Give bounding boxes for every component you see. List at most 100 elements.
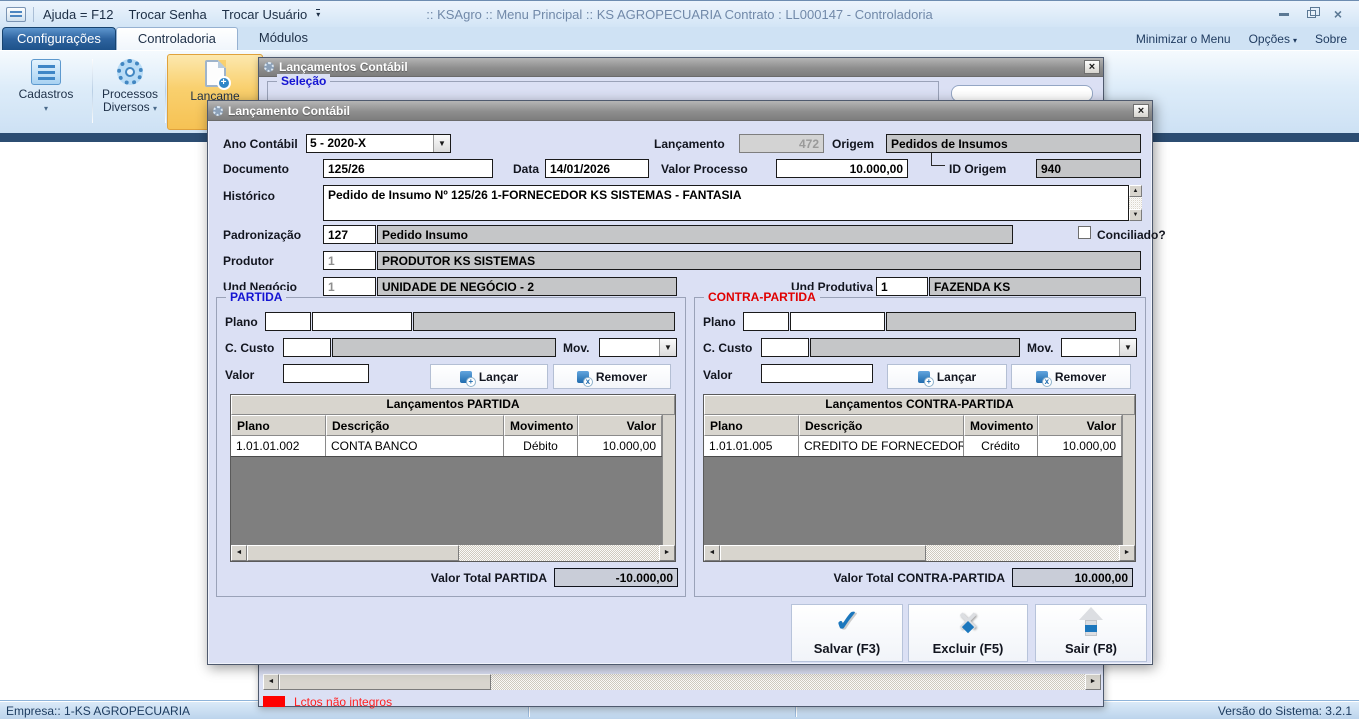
combo-arrow-icon[interactable]: ▼: [1119, 339, 1136, 356]
und-produtiva-code-input[interactable]: 1: [876, 277, 928, 296]
partida-grid-row[interactable]: 1.01.01.002 CONTA BANCO Débito 10.000,00: [231, 436, 662, 457]
excluir-button[interactable]: ×◆ Excluir (F5): [908, 604, 1028, 662]
dialog-title: Lançamento Contábil: [228, 104, 350, 118]
und-negocio-code-input[interactable]: 1: [323, 277, 376, 296]
combo-arrow-icon[interactable]: ▼: [433, 135, 450, 152]
sair-button[interactable]: Sair (F8): [1035, 604, 1147, 662]
produtor-label: Produtor: [223, 254, 274, 268]
scrollbar-thumb[interactable]: [720, 545, 926, 561]
sobre-link[interactable]: Sobre: [1315, 32, 1347, 46]
bg-window-close-button[interactable]: ×: [1084, 60, 1100, 74]
scrollbar-track[interactable]: [491, 674, 1085, 690]
configuracoes-button[interactable]: Configurações: [2, 27, 116, 50]
scroll-right-icon[interactable]: ►: [1119, 545, 1135, 561]
data-input[interactable]: 14/01/2026: [545, 159, 649, 178]
historico-scrollbar[interactable]: ▲ ▼: [1129, 185, 1142, 221]
partida-ccusto-input[interactable]: [283, 338, 331, 357]
origem-label: Origem: [832, 137, 874, 151]
menu-trocar-usuario[interactable]: Trocar Usuário: [222, 7, 307, 22]
col-descricao[interactable]: Descrição: [326, 415, 504, 436]
bg-window-hscrollbar[interactable]: ◄ ►: [263, 674, 1101, 690]
close-icon[interactable]: ×: [1329, 8, 1347, 21]
menu-trocar-senha[interactable]: Trocar Senha: [128, 7, 206, 22]
partida-plano-code-input[interactable]: [265, 312, 311, 331]
contrapartida-mov-combo[interactable]: ▼: [1061, 338, 1137, 357]
contrapartida-grid-vscrollbar[interactable]: [1122, 415, 1135, 545]
minimizar-menu-link[interactable]: Minimizar o Menu: [1136, 32, 1231, 46]
partida-mov-value: [600, 339, 659, 356]
scroll-left-icon[interactable]: ◄: [263, 674, 279, 690]
cadastros-button[interactable]: Cadastros▾: [4, 54, 88, 130]
scroll-up-icon[interactable]: ▲: [1129, 185, 1142, 197]
partida-remover-button[interactable]: x Remover: [553, 364, 671, 389]
tab-modulos[interactable]: Módulos: [238, 27, 329, 50]
conciliado-checkbox[interactable]: [1078, 226, 1091, 239]
cell-movimento: Débito: [504, 436, 578, 456]
documento-input[interactable]: 125/26: [323, 159, 493, 178]
tab-controladoria[interactable]: Controladoria: [116, 27, 238, 50]
scrollbar-track[interactable]: [459, 545, 659, 561]
col-movimento[interactable]: Movimento: [964, 415, 1038, 436]
dialog-titlebar[interactable]: Lançamento Contábil ×: [208, 101, 1152, 121]
partida-grid-vscrollbar[interactable]: [662, 415, 675, 545]
partida-grid-header[interactable]: Plano Descrição Movimento Valor: [231, 415, 662, 436]
contrapartida-valor-input[interactable]: [761, 364, 873, 383]
contrapartida-grid-hscrollbar[interactable]: ◄ ►: [704, 545, 1135, 561]
contrapartida-remover-button[interactable]: x Remover: [1011, 364, 1131, 389]
contrapartida-ccusto-input[interactable]: [761, 338, 809, 357]
col-movimento[interactable]: Movimento: [504, 415, 578, 436]
gear-icon: [264, 62, 274, 72]
app-titlebar: Ajuda = F12 Trocar Senha Trocar Usuário …: [0, 0, 1359, 27]
scroll-right-icon[interactable]: ►: [659, 545, 675, 561]
partida-valor-input[interactable]: [283, 364, 369, 383]
bg-window-titlebar[interactable]: Lançamentos Contábil ×: [259, 58, 1103, 77]
scrollbar-thumb[interactable]: [247, 545, 459, 561]
scroll-down-icon[interactable]: ▼: [1129, 209, 1142, 221]
menu-tab-bar: Configurações Controladoria Módulos Mini…: [0, 27, 1359, 50]
scrollbar-track[interactable]: [926, 545, 1119, 561]
quick-access-dropdown-icon[interactable]: ▾: [316, 9, 320, 19]
contrapartida-plano-code-input[interactable]: [743, 312, 789, 331]
col-plano[interactable]: Plano: [704, 415, 799, 436]
processos-diversos-button[interactable]: ProcessosDiversos ▾: [96, 54, 164, 130]
opcoes-link[interactable]: Opções▾: [1249, 32, 1297, 46]
salvar-button[interactable]: ✓ Salvar (F3): [791, 604, 903, 662]
minimize-icon[interactable]: [1275, 8, 1293, 21]
valor-processo-input[interactable]: 10.000,00: [776, 159, 908, 178]
scroll-right-icon[interactable]: ►: [1085, 674, 1101, 690]
contrapartida-grid-header[interactable]: Plano Descrição Movimento Valor: [704, 415, 1122, 436]
col-valor[interactable]: Valor: [1038, 415, 1122, 436]
combo-arrow-icon[interactable]: ▼: [659, 339, 676, 356]
check-icon: ✓: [792, 606, 902, 638]
scrollbar-track[interactable]: [1129, 197, 1142, 209]
gear-icon: [213, 106, 223, 116]
processos-label-1: Processos: [102, 87, 158, 101]
ano-contabil-combo[interactable]: 5 - 2020-X ▼: [306, 134, 451, 153]
valor-label: Valor: [225, 368, 254, 382]
contrapartida-total-field: 10.000,00: [1012, 568, 1133, 587]
historico-textarea[interactable]: Pedido de Insumo Nº 125/26 1-FORNECEDOR …: [323, 185, 1129, 221]
scroll-left-icon[interactable]: ◄: [704, 545, 720, 561]
scroll-left-icon[interactable]: ◄: [231, 545, 247, 561]
partida-lancar-button[interactable]: + Lançar: [430, 364, 548, 389]
contrapartida-lancar-button[interactable]: + Lançar: [887, 364, 1007, 389]
col-valor[interactable]: Valor: [578, 415, 662, 436]
lancamento-label: Lançamento: [654, 137, 725, 151]
menu-ajuda[interactable]: Ajuda = F12: [43, 7, 113, 22]
contrapartida-grid-row[interactable]: 1.01.01.005 CREDITO DE FORNECEDOR Crédit…: [704, 436, 1122, 457]
partida-mov-combo[interactable]: ▼: [599, 338, 677, 357]
restore-icon[interactable]: [1302, 8, 1320, 21]
id-origem-field: 940: [1036, 159, 1141, 178]
scrollbar-thumb[interactable]: [279, 674, 491, 690]
partida-plano-code2-input[interactable]: [312, 312, 412, 331]
padronizacao-code-input[interactable]: 127: [323, 225, 376, 244]
plano-label: Plano: [703, 315, 736, 329]
valor-label: Valor: [703, 368, 732, 382]
col-descricao[interactable]: Descrição: [799, 415, 964, 436]
produtor-code-input[interactable]: 1: [323, 251, 376, 270]
dialog-close-button[interactable]: ×: [1133, 104, 1149, 118]
partida-grid-hscrollbar[interactable]: ◄ ►: [231, 545, 675, 561]
list-icon: [31, 59, 61, 85]
col-plano[interactable]: Plano: [231, 415, 326, 436]
contrapartida-plano-code2-input[interactable]: [790, 312, 885, 331]
